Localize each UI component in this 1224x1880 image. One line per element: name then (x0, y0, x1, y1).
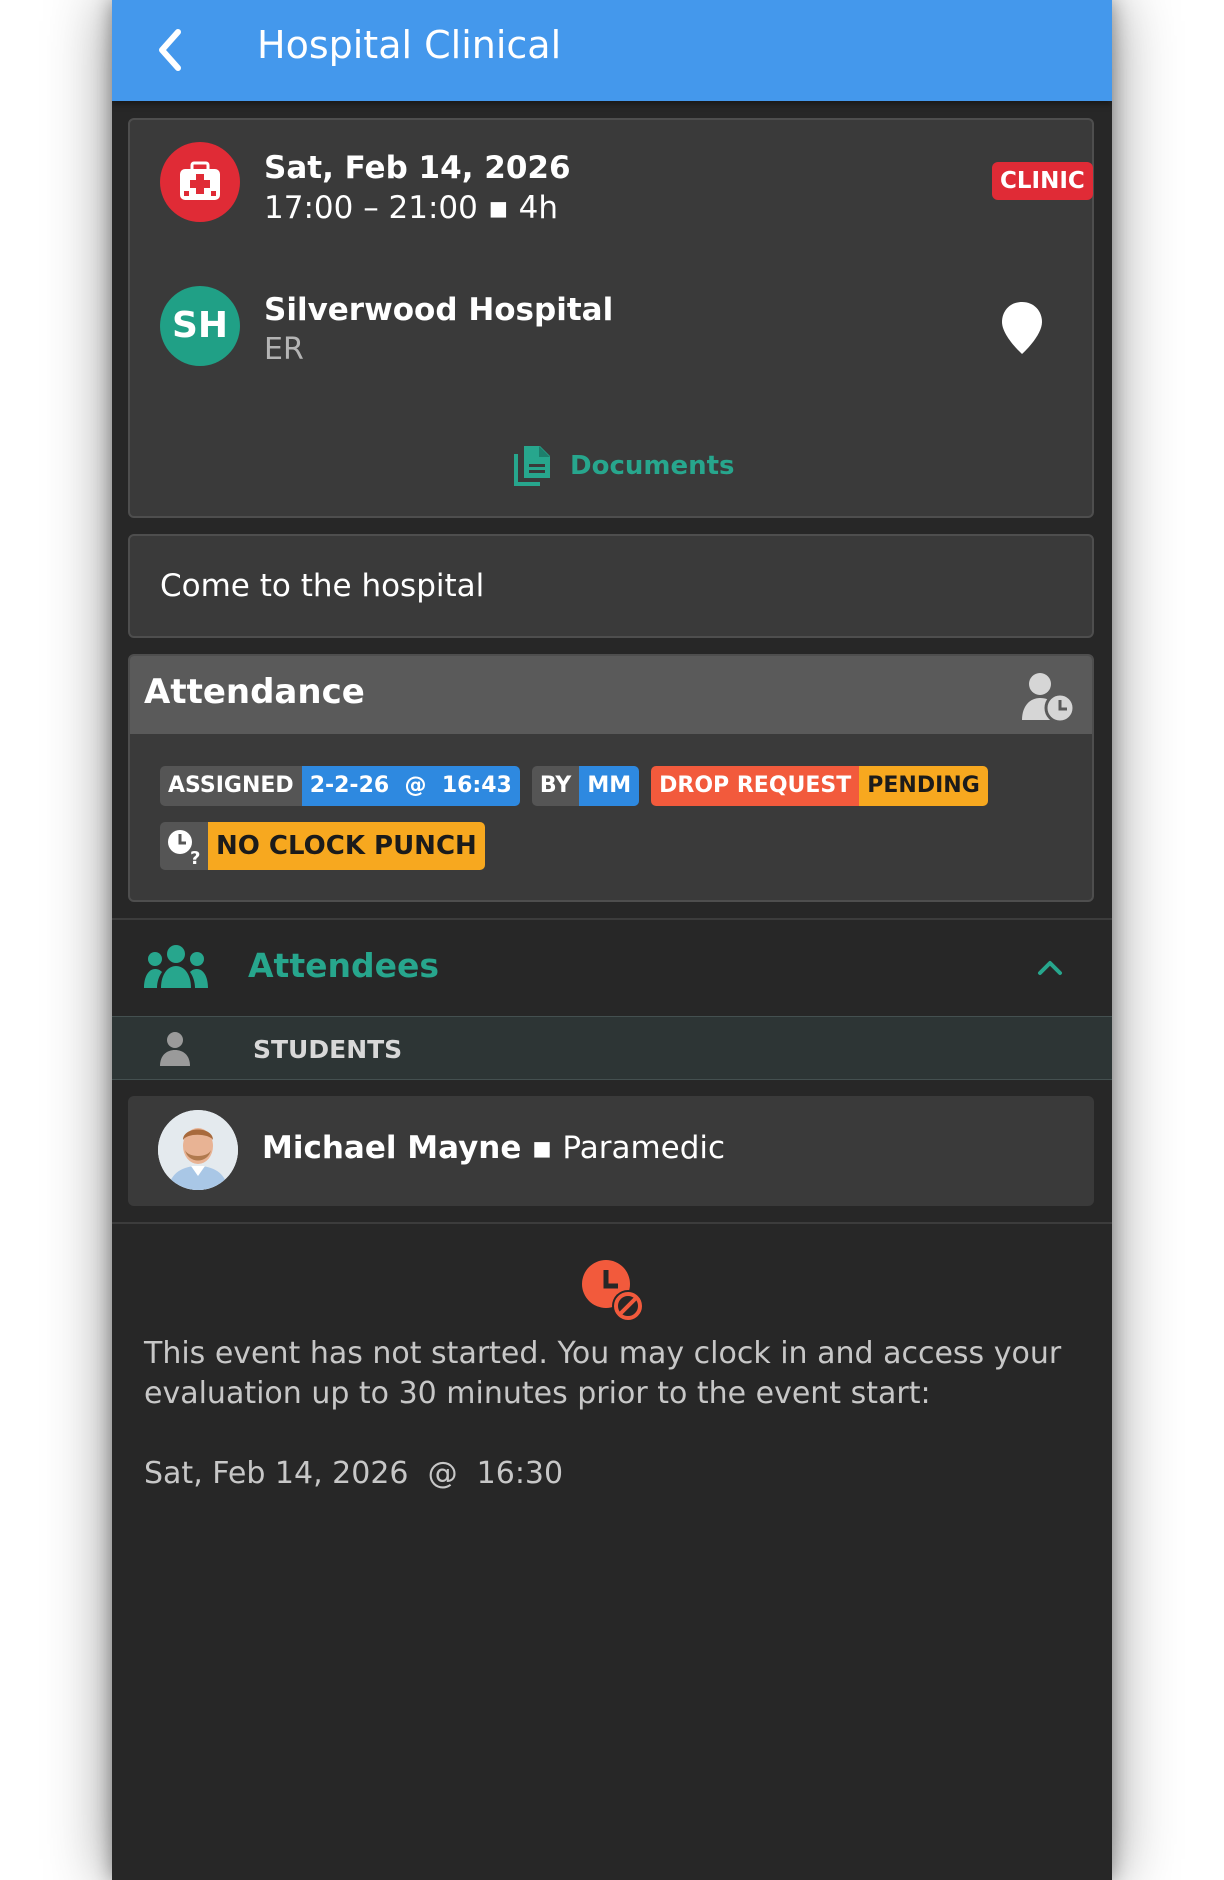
document-icon (514, 446, 550, 486)
user-clock-icon[interactable] (1020, 670, 1076, 724)
clock-blocked-icon (582, 1260, 644, 1322)
event-type-badge: CLINIC (992, 162, 1093, 200)
page-title: Hospital Clinical (257, 23, 562, 67)
phone-screen: Hospital Clinical Sat, Feb 14, 2026 17:0… (112, 0, 1112, 1880)
drop-request-label: DROP REQUEST (651, 766, 860, 806)
event-time-range: 17:00 – 21:00 ▪ 4h (264, 190, 558, 226)
hospital-icon (160, 142, 240, 222)
map-pin-icon[interactable] (1000, 300, 1044, 356)
assigned-label: ASSIGNED (160, 766, 302, 806)
svg-text:?: ? (190, 848, 200, 869)
group-icon (144, 945, 208, 988)
site-department: ER (264, 332, 304, 367)
chevron-left-icon (159, 29, 181, 71)
student-info: Michael Mayne ▪ Paramedic (262, 1130, 725, 1166)
clock-question-icon: ? (160, 822, 208, 870)
back-button[interactable] (142, 20, 202, 80)
student-separator: ▪ (531, 1130, 553, 1166)
earliest-clock-in-time: Sat, Feb 14, 2026 @ 16:30 (144, 1456, 564, 1491)
attendance-header: Attendance (130, 656, 1092, 734)
avatar (158, 1110, 238, 1190)
assigned-by-tag: BY MM (531, 766, 640, 806)
student-role: Paramedic (562, 1130, 726, 1166)
student-name: Michael Mayne (262, 1130, 522, 1166)
app-bar: Hospital Clinical (112, 0, 1112, 101)
drop-request-tag: DROP REQUEST PENDING (651, 766, 988, 806)
students-section-header: STUDENTS (112, 1016, 1112, 1080)
event-card: Sat, Feb 14, 2026 17:00 – 21:00 ▪ 4h CLI… (128, 118, 1094, 518)
event-not-started-message: This event has not started. You may cloc… (144, 1336, 1062, 1411)
chevron-up-icon[interactable] (1034, 956, 1066, 978)
clock-tags: ? NO CLOCK PUNCH (160, 822, 485, 870)
documents-label: Documents (570, 451, 735, 481)
by-label: BY (531, 766, 580, 806)
no-clock-punch-tag: ? NO CLOCK PUNCH (160, 822, 485, 870)
students-label: STUDENTS (253, 1035, 403, 1064)
attendance-tags: ASSIGNED 2-2-26 @ 16:43 BY MM DROP REQUE… (160, 766, 1000, 806)
attendees-toggle[interactable]: Attendees (112, 920, 1112, 1016)
person-icon (160, 1032, 190, 1066)
attendance-card: Attendance ASSIGNED 2-2-26 @ 16:43 BY MM… (128, 654, 1094, 902)
drop-request-status: PENDING (859, 766, 988, 806)
site-avatar: SH (160, 286, 240, 366)
event-note: Come to the hospital (160, 568, 485, 604)
student-row[interactable]: Michael Mayne ▪ Paramedic (128, 1096, 1094, 1206)
attendees-label: Attendees (248, 946, 439, 985)
by-initials: MM (579, 766, 640, 806)
assigned-tag: ASSIGNED 2-2-26 @ 16:43 (160, 766, 520, 806)
no-clock-punch-label: NO CLOCK PUNCH (208, 822, 485, 870)
documents-link[interactable]: Documents (512, 442, 735, 490)
attendance-title: Attendance (144, 672, 365, 712)
event-note-card: Come to the hospital (128, 534, 1094, 638)
site-name: Silverwood Hospital (264, 292, 614, 328)
divider (112, 1222, 1112, 1224)
event-date: Sat, Feb 14, 2026 (264, 150, 571, 186)
assigned-date: 2-2-26 @ 16:43 (301, 766, 520, 806)
